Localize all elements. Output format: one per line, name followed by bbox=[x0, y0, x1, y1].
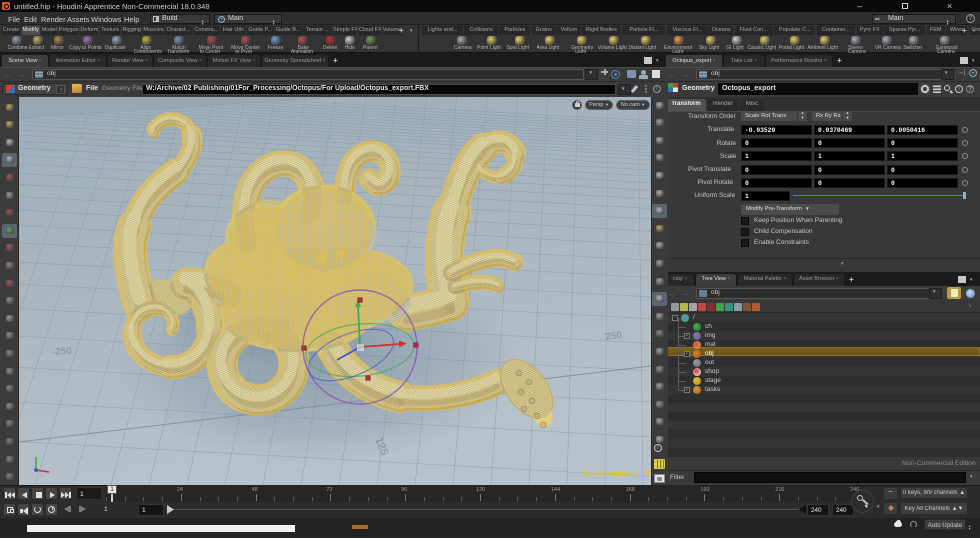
svg-text:Non-Commercial Edition: Non-Commercial Edition bbox=[583, 469, 651, 478]
